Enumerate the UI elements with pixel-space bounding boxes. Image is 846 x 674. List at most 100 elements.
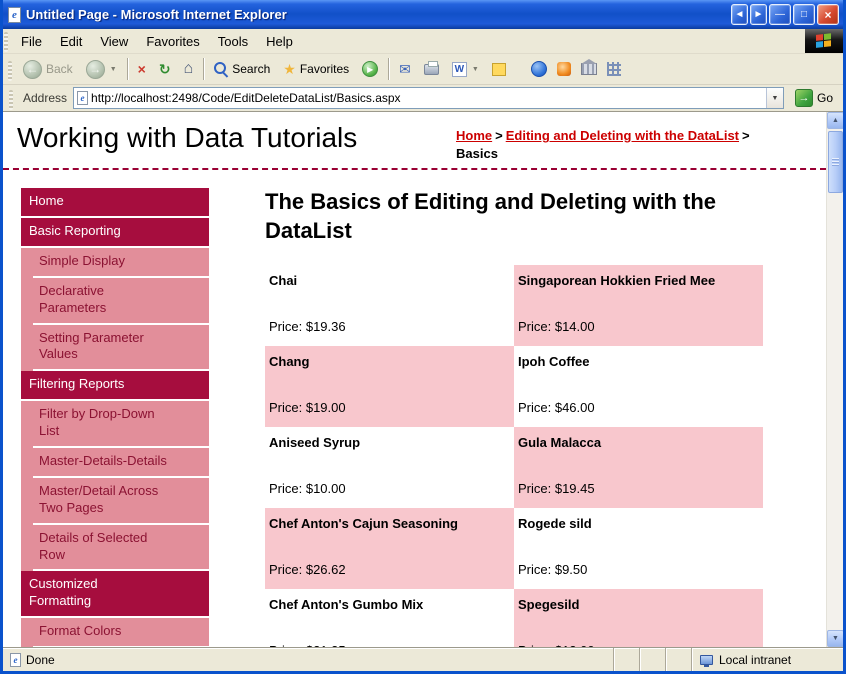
- status-page-icon-glyph: e: [13, 654, 18, 665]
- edit-button[interactable]: W ▼: [446, 59, 485, 80]
- media-button[interactable]: ▶: [356, 58, 384, 80]
- product-cell: Chef Anton's Cajun Seasoning Price: $26.…: [265, 508, 514, 590]
- toolbar: ← Back → ▼ × ↻ ⌂ Search ★ Favorites ▶ ✉ …: [3, 54, 843, 85]
- product-cell: Chef Anton's Gumbo Mix Price: $21.35: [265, 589, 514, 647]
- maximize-button[interactable]: □: [793, 4, 815, 25]
- sidebar-item-filter-by-dropdown-list[interactable]: Filter by Drop-Down List: [33, 401, 209, 448]
- page-content: Working with Data Tutorials Home > Editing…: [3, 112, 826, 647]
- toolbar-separator: [126, 58, 128, 80]
- mail-button[interactable]: ✉: [393, 59, 417, 79]
- address-input-wrap: e ▼: [73, 87, 784, 109]
- address-bar: Address e ▼ → Go: [3, 85, 843, 112]
- status-bar: e Done Local intranet: [3, 647, 843, 671]
- breadcrumb-section-link[interactable]: Editing and Deleting with the DataList: [506, 128, 739, 143]
- edit-dropdown-icon: ▼: [471, 65, 479, 73]
- menu-view[interactable]: View: [91, 29, 137, 53]
- windows-logo: [805, 29, 843, 53]
- menu-file[interactable]: File: [12, 29, 51, 53]
- address-page-icon: e: [77, 91, 89, 105]
- forward-button[interactable]: → ▼: [80, 57, 123, 82]
- discuss-note-icon: [491, 62, 506, 76]
- product-price: Price: $12.00: [518, 643, 757, 647]
- mail-icon: ✉: [399, 61, 411, 77]
- toolbar-separator: [388, 58, 390, 80]
- product-cell: Ipoh Coffee Price: $46.00: [514, 346, 763, 428]
- window-title: Untitled Page - Microsoft Internet Explo…: [26, 7, 287, 22]
- address-page-icon-glyph: e: [80, 93, 85, 103]
- grid-icon[interactable]: [606, 62, 621, 76]
- sidebar-item-filtering-reports[interactable]: Filtering Reports: [21, 371, 209, 402]
- sidebar-nav: Home Basic Reporting Simple Display Decl…: [21, 188, 209, 647]
- forward-dropdown-icon: ▼: [109, 65, 117, 73]
- product-name: Chai: [269, 273, 298, 289]
- search-button[interactable]: Search: [208, 59, 276, 79]
- back-button[interactable]: ← Back: [17, 57, 79, 82]
- scrollbar-track[interactable]: [827, 129, 843, 630]
- sidebar-item-details-of-selected-row[interactable]: Details of Selected Row: [33, 524, 209, 572]
- sidebar-item-declarative-parameters[interactable]: Declarative Parameters: [33, 277, 209, 325]
- edit-word-icon: W: [451, 61, 467, 77]
- research-icon[interactable]: [580, 59, 597, 75]
- menu-favorites[interactable]: Favorites: [137, 29, 208, 53]
- sidebar-item-format-colors[interactable]: Format Colors: [33, 618, 209, 647]
- main-content: The Basics of Editing and Deleting with …: [265, 188, 765, 647]
- window-extra-left-button[interactable]: ◄: [731, 4, 748, 25]
- scroll-up-button[interactable]: ▲: [827, 112, 843, 129]
- home-button[interactable]: ⌂: [178, 58, 200, 80]
- stop-button[interactable]: ×: [132, 59, 152, 79]
- product-cell: Aniseed Syrup Price: $10.00: [265, 427, 514, 509]
- product-cell: Chai Price: $19.36: [265, 265, 514, 347]
- sidebar-item-setting-parameter-values[interactable]: Setting Parameter Values: [33, 324, 209, 372]
- go-button[interactable]: → Go: [790, 87, 838, 109]
- refresh-button[interactable]: ↻: [153, 59, 177, 79]
- discuss-button[interactable]: [486, 60, 512, 79]
- sidebar-item-simple-display[interactable]: Simple Display: [33, 247, 209, 278]
- menu-tools[interactable]: Tools: [209, 29, 257, 53]
- breadcrumb-home-link[interactable]: Home: [456, 128, 492, 143]
- menubar-grip[interactable]: [4, 32, 8, 52]
- window-extra-right-button[interactable]: ►: [750, 4, 767, 25]
- media-icon: ▶: [362, 61, 379, 77]
- sidebar-item-master-details-details[interactable]: Master-Details-Details: [33, 448, 209, 478]
- addon-orange-icon[interactable]: [556, 62, 571, 76]
- product-datalist: Chai Price: $19.36 Singaporean Hokkien F…: [265, 265, 765, 647]
- product-price: Price: $19.36: [269, 319, 346, 335]
- menu-help[interactable]: Help: [257, 29, 302, 53]
- messenger-icon[interactable]: [530, 61, 547, 77]
- ie-page-icon-glyph: e: [12, 8, 17, 21]
- sidebar-item-master-detail-across-two-pages[interactable]: Master/Detail Across Two Pages: [33, 477, 209, 525]
- product-name: Chef Anton's Cajun Seasoning: [269, 516, 458, 532]
- sidebar-item-basic-reporting[interactable]: Basic Reporting: [21, 217, 209, 248]
- product-name: Gula Malacca: [518, 435, 602, 451]
- status-pane: [639, 648, 665, 671]
- addressbar-grip[interactable]: [9, 89, 13, 110]
- ie-page-icon: e: [8, 6, 21, 23]
- sidebar-item-customized-formatting[interactable]: Customized Formatting: [21, 571, 209, 619]
- back-label: Back: [46, 62, 73, 76]
- scroll-down-button[interactable]: ▼: [827, 630, 843, 647]
- close-button[interactable]: ×: [817, 4, 839, 25]
- toolbar-separator: [203, 58, 205, 80]
- sidebar-item-home[interactable]: Home: [21, 188, 209, 218]
- product-cell: Rogede sild Price: $9.50: [514, 508, 763, 590]
- status-pane: [613, 648, 639, 671]
- back-icon: ←: [23, 59, 42, 79]
- go-label: Go: [816, 91, 833, 105]
- menu-edit[interactable]: Edit: [51, 29, 91, 53]
- product-name: Ipoh Coffee: [518, 354, 590, 370]
- local-intranet-icon: [700, 654, 713, 667]
- product-price: Price: $14.00: [518, 319, 595, 335]
- product-cell: Gula Malacca Price: $19.45: [514, 427, 763, 509]
- status-text: Done: [26, 652, 55, 667]
- product-cell: Spegesild Price: $12.00: [514, 589, 763, 647]
- address-dropdown-button[interactable]: ▼: [765, 88, 783, 108]
- page-title: The Basics of Editing and Deleting with …: [265, 189, 717, 243]
- favorites-button[interactable]: ★ Favorites: [277, 59, 355, 79]
- product-name: Spegesild: [518, 597, 580, 613]
- print-button[interactable]: [418, 60, 445, 78]
- toolbar-grip[interactable]: [8, 60, 12, 81]
- scrollbar-thumb[interactable]: [828, 131, 843, 193]
- security-zone-label: Local intranet: [719, 652, 792, 667]
- address-input[interactable]: [88, 91, 766, 105]
- minimize-button[interactable]: —: [769, 4, 791, 25]
